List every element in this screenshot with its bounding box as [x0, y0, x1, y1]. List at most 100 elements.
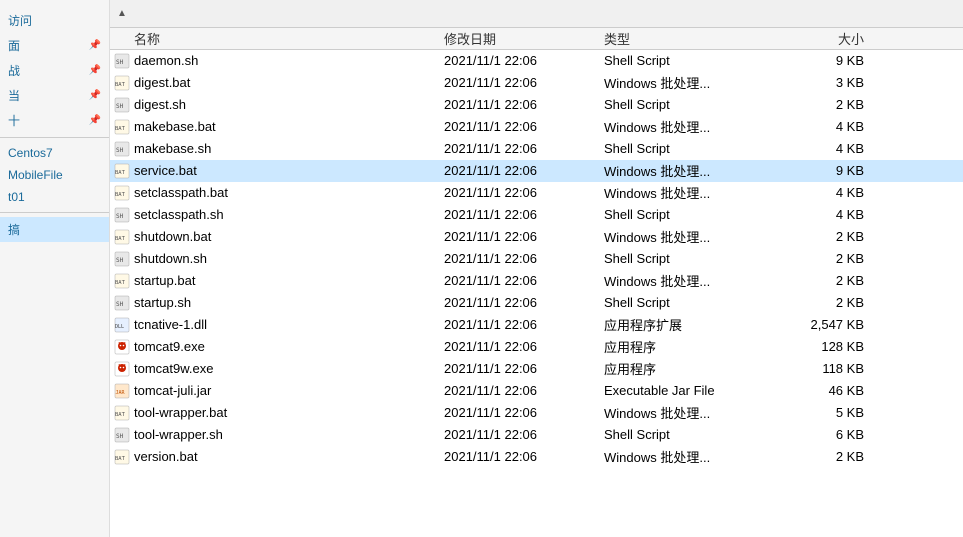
table-row[interactable]: SH startup.sh2021/11/1 22:06Shell Script… [110, 292, 963, 314]
file-type-cell: Windows 批处理... [604, 227, 804, 246]
table-row[interactable]: BAT makebase.bat2021/11/1 22:06Windows 批… [110, 116, 963, 138]
sidebar-item-t01[interactable]: t01 [0, 186, 109, 208]
col-header-name[interactable]: 名称 [114, 29, 444, 48]
file-name-cell: BAT tool-wrapper.bat [114, 405, 444, 421]
file-type-cell: Shell Script [604, 207, 804, 222]
file-name-text: tomcat9.exe [134, 339, 205, 354]
file-size-cell: 3 KB [804, 75, 884, 90]
file-name-text: shutdown.bat [134, 229, 211, 244]
sidebar-item-centos7[interactable]: Centos7 [0, 142, 109, 164]
col-header-size[interactable]: 大小 [804, 29, 884, 48]
file-icon: BAT [114, 273, 130, 289]
table-row[interactable]: BAT version.bat2021/11/1 22:06Windows 批处… [110, 446, 963, 468]
sidebar-label-selected: 搞 [8, 221, 20, 238]
file-size-cell: 2 KB [804, 449, 884, 464]
table-row[interactable]: tomcat9w.exe2021/11/1 22:06应用程序118 KB [110, 358, 963, 380]
sidebar-label-mobilefile: MobileFile [8, 168, 63, 182]
table-row[interactable]: BAT startup.bat2021/11/1 22:06Windows 批处… [110, 270, 963, 292]
svg-text:JAR: JAR [116, 390, 126, 396]
file-date-cell: 2021/11/1 22:06 [444, 273, 604, 288]
file-icon: BAT [114, 449, 130, 465]
file-size-cell: 46 KB [804, 383, 884, 398]
file-icon: SH [114, 53, 130, 69]
file-icon: SH [114, 427, 130, 443]
file-type-cell: Windows 批处理... [604, 73, 804, 92]
file-icon: BAT [114, 185, 130, 201]
svg-text:DLL: DLL [115, 324, 124, 330]
file-name-text: digest.bat [134, 75, 190, 90]
file-date-cell: 2021/11/1 22:06 [444, 339, 604, 354]
pin-icon-4: 📌 [89, 115, 101, 126]
sort-bar: ▲ [110, 0, 963, 28]
svg-text:SH: SH [116, 147, 124, 154]
table-row[interactable]: SH setclasspath.sh2021/11/1 22:06Shell S… [110, 204, 963, 226]
table-row[interactable]: BAT digest.bat2021/11/1 22:06Windows 批处理… [110, 72, 963, 94]
table-row[interactable]: BAT setclasspath.bat2021/11/1 22:06Windo… [110, 182, 963, 204]
file-name-cell: BAT shutdown.bat [114, 229, 444, 245]
file-size-cell: 5 KB [804, 405, 884, 420]
table-row[interactable]: BAT shutdown.bat2021/11/1 22:06Windows 批… [110, 226, 963, 248]
sidebar-label-4: 十 [8, 112, 20, 129]
sidebar-item-selected[interactable]: 搞 [0, 217, 109, 242]
table-row[interactable]: SH digest.sh2021/11/1 22:06Shell Script2… [110, 94, 963, 116]
file-name-cell: SH shutdown.sh [114, 251, 444, 267]
file-name-text: digest.sh [134, 97, 186, 112]
table-row[interactable]: JAR tomcat-juli.jar2021/11/1 22:06Execut… [110, 380, 963, 402]
file-size-cell: 4 KB [804, 119, 884, 134]
svg-text:BAT: BAT [115, 456, 126, 462]
file-date-cell: 2021/11/1 22:06 [444, 361, 604, 376]
sidebar-label-1: 面 [8, 37, 20, 54]
sidebar-item-1[interactable]: 面 📌 [0, 33, 109, 58]
table-row[interactable]: BAT tool-wrapper.bat2021/11/1 22:06Windo… [110, 402, 963, 424]
file-date-cell: 2021/11/1 22:06 [444, 317, 604, 332]
table-row[interactable]: DLL tcnative-1.dll2021/11/1 22:06应用程序扩展2… [110, 314, 963, 336]
svg-text:BAT: BAT [115, 126, 126, 132]
table-row[interactable]: tomcat9.exe2021/11/1 22:06应用程序128 KB [110, 336, 963, 358]
file-type-cell: Windows 批处理... [604, 117, 804, 136]
file-type-cell: Shell Script [604, 427, 804, 442]
sidebar-item-4[interactable]: 十 📌 [0, 108, 109, 133]
sidebar-item-3[interactable]: 当 📌 [0, 83, 109, 108]
file-name-cell: DLL tcnative-1.dll [114, 317, 444, 333]
file-type-cell: 应用程序扩展 [604, 315, 804, 334]
sidebar-label-2: 战 [8, 62, 20, 79]
pin-icon-1: 📌 [89, 40, 101, 51]
table-row[interactable]: BAT service.bat2021/11/1 22:06Windows 批处… [110, 160, 963, 182]
file-size-cell: 118 KB [804, 361, 884, 376]
table-row[interactable]: SH daemon.sh2021/11/1 22:06Shell Script9… [110, 50, 963, 72]
sidebar-item-mobilefile[interactable]: MobileFile [0, 164, 109, 186]
file-date-cell: 2021/11/1 22:06 [444, 295, 604, 310]
file-date-cell: 2021/11/1 22:06 [444, 449, 604, 464]
file-icon: DLL [114, 317, 130, 333]
file-icon: SH [114, 97, 130, 113]
file-name-cell: BAT version.bat [114, 449, 444, 465]
file-date-cell: 2021/11/1 22:06 [444, 141, 604, 156]
table-row[interactable]: SH shutdown.sh2021/11/1 22:06Shell Scrip… [110, 248, 963, 270]
sidebar-label-0: 访问 [8, 12, 32, 29]
file-type-cell: Windows 批处理... [604, 403, 804, 422]
sort-arrow-icon: ▲ [114, 8, 130, 19]
sidebar-item-0[interactable]: 访问 [0, 8, 109, 33]
table-row[interactable]: SH tool-wrapper.sh 2021/11/1 22:06Shell S… [110, 424, 963, 446]
file-icon: SH [114, 295, 130, 311]
file-icon: BAT [114, 229, 130, 245]
file-type-cell: Windows 批处理... [604, 183, 804, 202]
file-date-cell: 2021/11/1 22:06 [444, 53, 604, 68]
file-size-cell: 9 KB [804, 53, 884, 68]
file-name-text: tomcat-juli.jar [134, 383, 211, 398]
file-size-cell: 4 KB [804, 207, 884, 222]
file-name-cell: tomcat9w.exe [114, 361, 444, 377]
col-header-date[interactable]: 修改日期 [444, 29, 604, 48]
svg-text:SH: SH [116, 257, 124, 264]
file-name-text: setclasspath.bat [134, 185, 228, 200]
column-headers: 名称 修改日期 类型 大小 [110, 28, 963, 50]
file-name-text: daemon.sh [134, 53, 198, 68]
file-icon: BAT [114, 163, 130, 179]
file-name-text: tool-wrapper.sh [134, 427, 223, 442]
sidebar-label-centos7: Centos7 [8, 146, 53, 160]
file-type-cell: Shell Script [604, 295, 804, 310]
file-date-cell: 2021/11/1 22:06 [444, 427, 604, 442]
col-header-type[interactable]: 类型 [604, 29, 804, 48]
sidebar-item-2[interactable]: 战 📌 [0, 58, 109, 83]
table-row[interactable]: SH makebase.sh2021/11/1 22:06Shell Scrip… [110, 138, 963, 160]
